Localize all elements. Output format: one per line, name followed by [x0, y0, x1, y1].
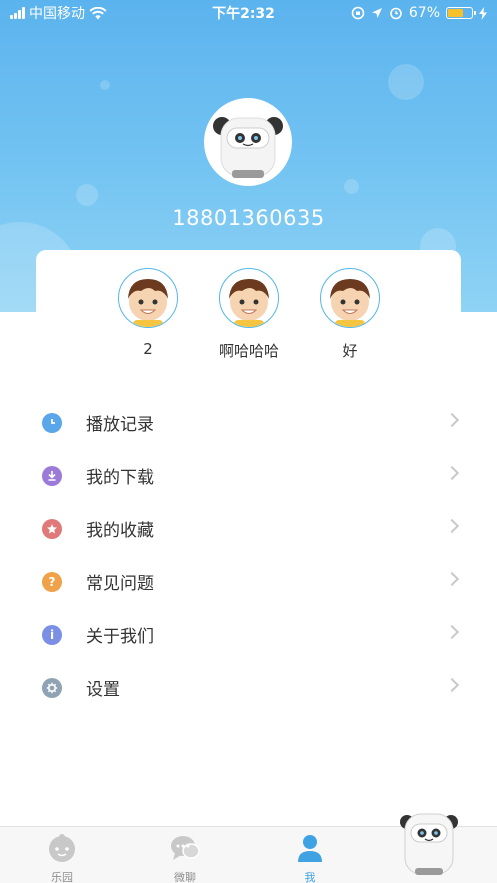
panda-robot-icon: [213, 117, 283, 178]
menu-item-faq[interactable]: ? 常见问题: [0, 555, 497, 608]
menu-label: 我的收藏: [86, 521, 154, 541]
child-avatar: [219, 268, 279, 328]
settings-menu: 播放记录 我的下载 我的收藏 ? 常见问题 i 关于我们 设置: [0, 396, 497, 714]
decor-bubble: [344, 179, 359, 194]
panda-robot-icon: [400, 813, 458, 875]
child-name: 好: [342, 342, 358, 360]
boy-face-icon: [330, 279, 370, 327]
alarm-icon: [390, 7, 402, 20]
tab-chat[interactable]: 微聊: [155, 833, 215, 883]
menu-label: 常见问题: [86, 574, 154, 594]
chevron-right-icon: [444, 465, 460, 481]
battery-percent: 67%: [408, 5, 440, 21]
child-item[interactable]: 2: [116, 268, 180, 358]
info-icon: i: [42, 624, 62, 645]
child-name: 啊哈哈哈: [218, 342, 279, 360]
menu-item-downloads[interactable]: 我的下载: [0, 449, 497, 502]
robot-shortcut-button[interactable]: [397, 806, 461, 878]
phone-number: 18801360635: [172, 206, 325, 230]
child-item[interactable]: 好: [318, 268, 382, 361]
decor-bubble: [100, 80, 110, 90]
decor-bubble: [388, 64, 424, 100]
star-icon: [42, 518, 62, 539]
tab-park[interactable]: 乐园: [32, 833, 92, 883]
clock: 下午2:32: [212, 6, 275, 22]
chevron-right-icon: [444, 624, 460, 640]
cellular-signal-icon: [10, 7, 25, 19]
wifi-icon: [89, 6, 107, 19]
person-icon: [298, 835, 322, 862]
charging-bolt-icon: [479, 6, 487, 20]
battery-icon: [446, 7, 476, 19]
tab-label: 乐园: [51, 871, 73, 883]
menu-label: 设置: [86, 680, 120, 700]
gear-icon: [42, 677, 62, 698]
menu-item-about[interactable]: i 关于我们: [0, 608, 497, 661]
rotation-lock-icon: [351, 6, 365, 20]
status-bar: 中国移动 下午2:32 67%: [0, 0, 497, 26]
child-name: 2: [143, 340, 153, 358]
tab-label: 微聊: [174, 871, 196, 883]
menu-item-settings[interactable]: 设置: [0, 661, 497, 714]
location-icon: [371, 8, 382, 18]
menu-label: 我的下载: [86, 468, 154, 488]
profile-avatar[interactable]: [204, 98, 292, 186]
chevron-right-icon: [444, 571, 460, 587]
child-avatar: [320, 268, 380, 328]
download-icon: [42, 465, 62, 486]
chat-bubbles-icon: [171, 836, 200, 860]
carrier-name: 中国移动: [29, 6, 85, 22]
children-list: 2 啊哈哈哈 好: [0, 268, 497, 368]
chevron-right-icon: [444, 677, 460, 693]
baby-face-icon: [49, 834, 75, 862]
tab-label: 我: [304, 871, 316, 883]
chevron-right-icon: [444, 518, 460, 534]
question-icon: ?: [42, 571, 62, 592]
boy-face-icon: [128, 279, 168, 327]
chevron-right-icon: [444, 412, 460, 428]
boy-face-icon: [229, 279, 269, 327]
clock-icon: [42, 412, 62, 433]
child-avatar: [118, 268, 178, 328]
menu-item-play-history[interactable]: 播放记录: [0, 396, 497, 449]
tab-me[interactable]: 我: [280, 833, 340, 883]
menu-item-favorites[interactable]: 我的收藏: [0, 502, 497, 555]
decor-bubble: [76, 184, 98, 206]
child-item[interactable]: 啊哈哈哈: [217, 268, 281, 361]
menu-label: 播放记录: [86, 415, 154, 435]
menu-label: 关于我们: [86, 627, 154, 647]
